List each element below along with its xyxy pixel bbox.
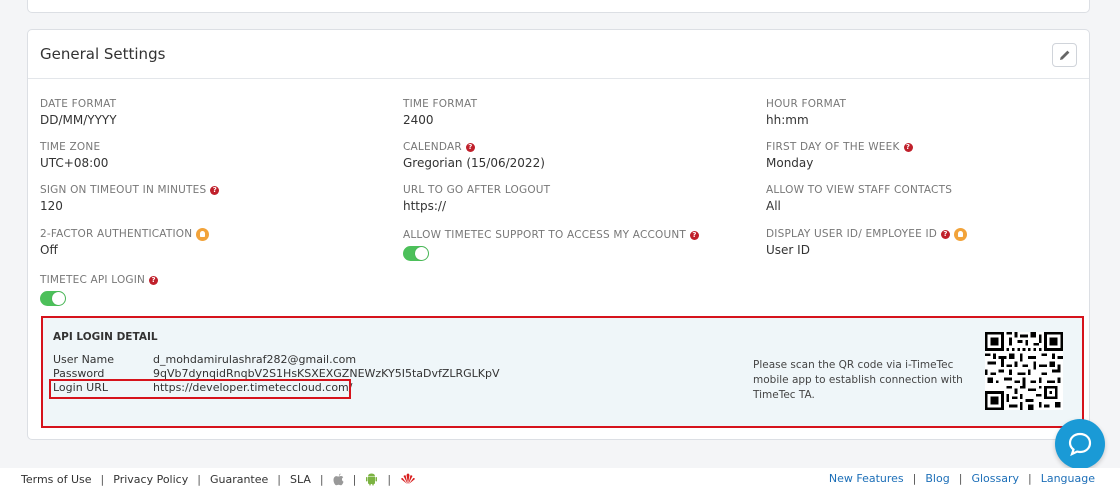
time-zone-value: UTC+08:00 [40,156,109,170]
footer-separator: | [197,472,201,486]
question-icon[interactable]: ? [690,230,700,240]
api-user-name-label: User Name [53,353,115,366]
hour-format-label: HOUR FORMAT [766,98,847,110]
first-day-field: FIRST DAY OF THE WEEK? Monday [766,140,913,170]
url-after-logout-value: https:// [403,199,447,213]
footer: Terms of Use | Privacy Policy | Guarante… [0,468,1120,491]
calendar-field: CALENDAR? Gregorian (15/06/2022) [403,140,545,170]
footer-separator: | [958,472,963,485]
api-login-field: TIMETEC API LOGIN? [40,273,159,306]
time-format-label: TIME FORMAT [403,98,478,110]
footer-separator: | [1027,472,1032,485]
url-after-logout-field: URL TO GO AFTER LOGOUT https:// [403,183,550,213]
timetec-support-field: ALLOW TIMETEC SUPPORT TO ACCESS MY ACCOU… [403,228,700,261]
title-divider [28,78,1089,79]
url-after-logout-label: URL TO GO AFTER LOGOUT [403,184,551,196]
sign-on-timeout-label: SIGN ON TIMEOUT IN MINUTES? [40,183,220,197]
time-zone-label: TIME ZONE [40,141,101,153]
view-staff-contacts-label: ALLOW TO VIEW STAFF CONTACTS [766,184,953,196]
chat-icon [1068,432,1092,457]
previous-card [27,0,1090,13]
timetec-support-toggle[interactable] [403,246,429,261]
api-login-detail-title: API LOGIN DETAIL [53,331,158,343]
sign-on-timeout-value: 120 [40,199,63,213]
first-day-label: FIRST DAY OF THE WEEK? [766,140,913,154]
calendar-value: Gregorian (15/06/2022) [403,156,545,170]
api-login-label: TIMETEC API LOGIN? [40,273,159,287]
terms-link[interactable]: Terms of Use [21,473,92,486]
api-user-name-value: d_mohdamirulashraf282@gmail.com [153,353,357,366]
question-icon[interactable]: ? [210,185,220,195]
lightbulb-icon[interactable] [196,227,210,241]
footer-left-links: Terms of Use | Privacy Policy | Guarante… [21,472,416,486]
edit-button[interactable] [1052,43,1077,67]
lightbulb-icon[interactable] [954,227,968,241]
question-icon[interactable]: ? [149,275,159,285]
timetec-support-label: ALLOW TIMETEC SUPPORT TO ACCESS MY ACCOU… [403,228,700,242]
language-link[interactable]: Language [1041,472,1095,485]
apple-icon[interactable] [333,473,344,486]
footer-right-links: New Features | Blog | Glossary | Languag… [829,472,1095,485]
two-factor-field: 2-FACTOR AUTHENTICATION Off [40,227,210,257]
footer-separator: | [912,472,917,485]
hour-format-field: HOUR FORMAT hh:mm [766,97,846,127]
question-icon[interactable]: ? [903,142,913,152]
two-factor-label: 2-FACTOR AUTHENTICATION [40,227,210,241]
card-title: General Settings [40,45,166,63]
question-icon[interactable]: ? [941,229,951,239]
date-format-label: DATE FORMAT [40,98,117,110]
footer-separator: | [277,472,281,486]
pencil-icon [1059,50,1069,60]
glossary-link[interactable]: Glossary [971,472,1019,485]
display-user-id-label: DISPLAY USER ID/ EMPLOYEE ID? [766,227,968,241]
api-login-toggle[interactable] [40,291,66,306]
sla-link[interactable]: SLA [290,473,311,486]
api-user-name-row: User Name d_mohdamirulashraf282@gmail.com [53,353,356,366]
android-icon[interactable] [365,472,378,486]
question-icon[interactable]: ? [465,142,475,152]
display-user-id-value: User ID [766,243,810,257]
sign-on-timeout-field: SIGN ON TIMEOUT IN MINUTES? 120 [40,183,220,213]
huawei-icon[interactable] [400,473,416,485]
calendar-label: CALENDAR? [403,140,545,154]
guarantee-link[interactable]: Guarantee [210,473,268,486]
view-staff-contacts-field: ALLOW TO VIEW STAFF CONTACTS All [766,183,952,213]
date-format-field: DATE FORMAT DD/MM/YYYY [40,97,117,127]
new-features-link[interactable]: New Features [829,472,904,485]
blog-link[interactable]: Blog [925,472,949,485]
display-user-id-field: DISPLAY USER ID/ EMPLOYEE ID? User ID [766,227,968,257]
privacy-link[interactable]: Privacy Policy [113,473,188,486]
time-format-value: 2400 [403,113,434,127]
first-day-value: Monday [766,156,814,170]
footer-separator: | [100,472,105,486]
two-factor-value: Off [40,243,58,257]
footer-separator: | [352,472,357,486]
login-url-highlight [49,379,351,399]
time-format-field: TIME FORMAT 2400 [403,97,477,127]
api-login-detail-panel: API LOGIN DETAIL User Name d_mohdamirulas… [41,316,1084,428]
footer-separator: | [387,472,392,486]
chat-button[interactable] [1055,419,1105,469]
footer-separator: | [319,472,324,486]
view-staff-contacts-value: All [766,199,781,213]
qr-code [985,332,1063,410]
time-zone-field: TIME ZONE UTC+08:00 [40,140,108,170]
hour-format-value: hh:mm [766,113,809,127]
date-format-value: DD/MM/YYYY [40,113,117,127]
qr-instruction: Please scan the QR code via i-TimeTec mo… [753,359,963,401]
